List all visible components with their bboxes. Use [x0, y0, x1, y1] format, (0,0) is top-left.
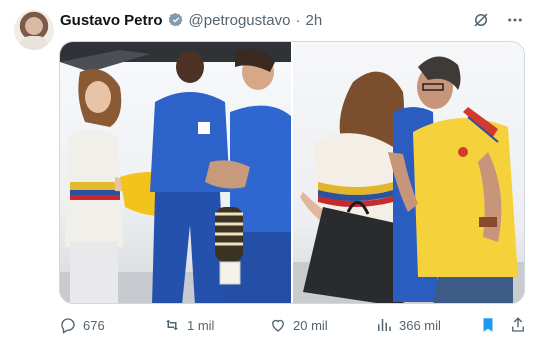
author-name[interactable]: Gustavo Petro — [60, 12, 163, 29]
views-count: 366 mil — [399, 317, 441, 333]
reply-count: 676 — [83, 317, 105, 333]
bookmark-button[interactable] — [479, 316, 497, 334]
more-icon[interactable] — [505, 10, 525, 30]
views-icon — [378, 319, 391, 331]
repost-button[interactable]: 1 mil — [163, 316, 214, 334]
repost-count: 1 mil — [187, 317, 215, 333]
reply-button[interactable]: 676 — [59, 316, 105, 334]
post-time[interactable]: 2h — [305, 12, 322, 29]
photo-left[interactable] — [60, 42, 291, 303]
action-bar: 676 1 mil 20 mil 366 mil — [59, 316, 529, 336]
author-handle[interactable]: @petrogustavo — [189, 12, 291, 29]
photo-right-image — [293, 56, 524, 303]
verified-badge-icon[interactable] — [168, 12, 184, 28]
repost-icon — [166, 319, 178, 331]
share-button[interactable] — [509, 316, 527, 334]
post-header: Gustavo Petro @petrogustavo · 2h — [60, 10, 322, 30]
post-media[interactable] — [59, 41, 525, 304]
reply-icon — [61, 318, 75, 334]
views-button[interactable]: 366 mil — [375, 316, 441, 334]
separator-dot: · — [295, 11, 301, 29]
photo-right[interactable] — [293, 42, 524, 303]
grok-icon[interactable] — [471, 10, 491, 30]
bookmark-icon — [483, 318, 493, 332]
like-icon — [272, 319, 284, 332]
share-icon — [512, 317, 524, 332]
like-button[interactable]: 20 mil — [269, 316, 328, 334]
like-count: 20 mil — [293, 317, 328, 333]
author-avatar[interactable] — [14, 10, 54, 50]
photo-left-image — [60, 42, 291, 303]
